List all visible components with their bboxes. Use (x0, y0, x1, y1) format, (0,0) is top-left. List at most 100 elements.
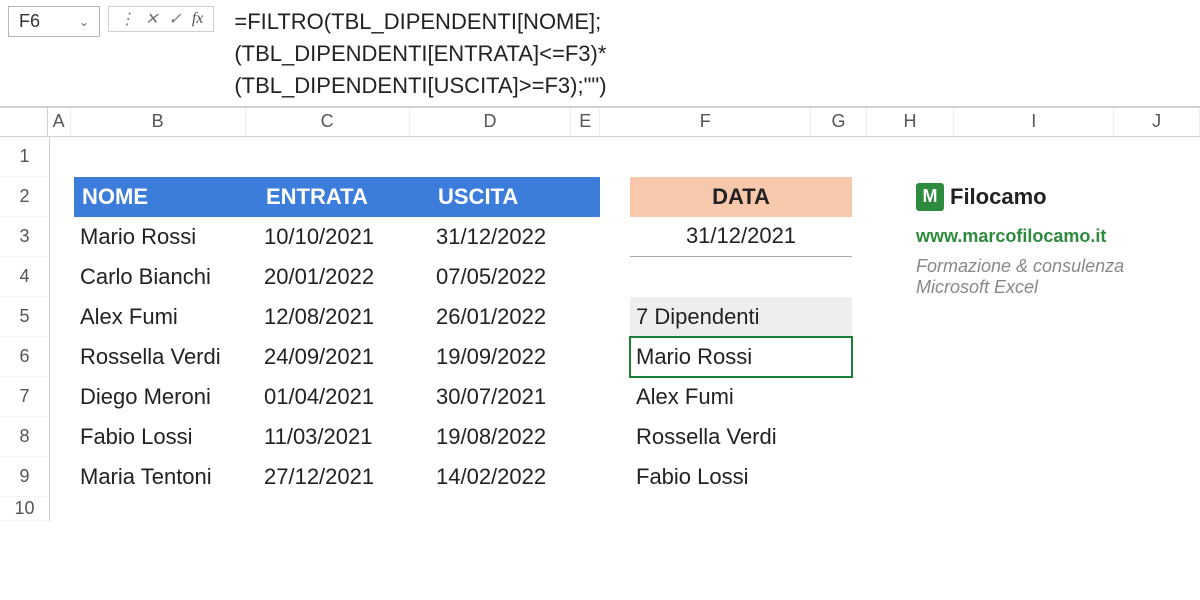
cell[interactable]: 24/09/2021 (258, 337, 430, 377)
table-row: Maria Tentoni 27/12/2021 14/02/2022 Fabi… (50, 457, 1200, 497)
cell[interactable] (852, 217, 910, 257)
cell[interactable] (50, 457, 74, 497)
cell[interactable]: 31/12/2022 (430, 217, 600, 257)
table-row: Diego Meroni 01/04/2021 30/07/2021 Alex … (50, 377, 1200, 417)
chevron-down-icon[interactable]: ⌄ (79, 15, 89, 29)
cell[interactable]: Mario Rossi (74, 217, 258, 257)
formula-text[interactable]: =FILTRO(TBL_DIPENDENTI[NOME]; (TBL_DIPEN… (216, 6, 606, 102)
table-header-entrata[interactable]: ENTRATA (258, 177, 430, 217)
cell[interactable]: Maria Tentoni (74, 457, 258, 497)
cell[interactable]: 11/03/2021 (258, 417, 430, 457)
col-header[interactable]: E (571, 108, 600, 136)
col-header[interactable]: F (600, 108, 811, 136)
table-row (50, 137, 1200, 177)
cell[interactable]: 30/07/2021 (430, 377, 600, 417)
col-header[interactable]: H (867, 108, 955, 136)
cell[interactable] (50, 337, 74, 377)
col-header[interactable]: I (954, 108, 1114, 136)
table-row: Rossella Verdi 24/09/2021 19/09/2022 Mar… (50, 337, 1200, 377)
row-header[interactable]: 10 (0, 497, 49, 521)
table-header-uscita[interactable]: USCITA (430, 177, 600, 217)
data-header[interactable]: DATA (630, 177, 852, 217)
cell[interactable] (600, 297, 630, 337)
cell[interactable]: Alex Fumi (74, 297, 258, 337)
cell[interactable]: Fabio Lossi (74, 417, 258, 457)
cell[interactable]: Diego Meroni (74, 377, 258, 417)
cell[interactable] (50, 297, 74, 337)
col-header[interactable]: G (811, 108, 866, 136)
col-header[interactable]: J (1114, 108, 1200, 136)
cell[interactable]: 20/01/2022 (258, 257, 430, 297)
row-header[interactable]: 9 (0, 457, 49, 497)
cell[interactable]: 07/05/2022 (430, 257, 600, 297)
cell[interactable] (50, 257, 74, 297)
cell[interactable] (600, 177, 630, 217)
table-row: NOME ENTRATA USCITA DATA M Filocamo (50, 177, 1200, 217)
dots-icon[interactable]: ⋮ (115, 9, 139, 29)
cell[interactable] (600, 337, 630, 377)
data-value[interactable]: 31/12/2021 (630, 217, 852, 257)
formula-bar-buttons: ⋮ ✕ ✓ fx (108, 6, 214, 32)
selected-cell[interactable]: Mario Rossi (630, 337, 852, 377)
col-header[interactable]: A (48, 108, 71, 136)
cell[interactable]: Alex Fumi (630, 377, 852, 417)
spreadsheet-grid: A B C D E F G H I J 1 2 3 4 5 6 7 8 9 10 (0, 107, 1200, 521)
website-link[interactable]: www.marcofilocamo.it (910, 217, 1200, 257)
row-header[interactable]: 1 (0, 137, 49, 177)
table-row: Carlo Bianchi 20/01/2022 07/05/2022 Form… (50, 257, 1200, 297)
row-header[interactable]: 6 (0, 337, 49, 377)
name-box-value: F6 (19, 11, 40, 32)
cell[interactable]: 19/09/2022 (430, 337, 600, 377)
row-header[interactable]: 4 (0, 257, 49, 297)
cell[interactable] (852, 177, 910, 217)
cell[interactable]: 12/08/2021 (258, 297, 430, 337)
row-header[interactable]: 3 (0, 217, 49, 257)
table-row: Alex Fumi 12/08/2021 26/01/2022 7 Dipend… (50, 297, 1200, 337)
cell[interactable] (50, 377, 74, 417)
table-row: Fabio Lossi 11/03/2021 19/08/2022 Rossel… (50, 417, 1200, 457)
cell[interactable] (50, 217, 74, 257)
row-header[interactable]: 8 (0, 417, 49, 457)
row-headers: 1 2 3 4 5 6 7 8 9 10 (0, 137, 50, 521)
cell[interactable]: 10/10/2021 (258, 217, 430, 257)
col-header[interactable]: B (71, 108, 246, 136)
cell[interactable] (600, 457, 630, 497)
cell[interactable] (600, 257, 630, 297)
cell[interactable]: Carlo Bianchi (74, 257, 258, 297)
cell[interactable]: 26/01/2022 (430, 297, 600, 337)
confirm-icon[interactable]: ✓ (164, 9, 185, 29)
cell[interactable] (600, 217, 630, 257)
formula-bar: F6 ⌄ ⋮ ✕ ✓ fx =FILTRO(TBL_DIPENDENTI[NOM… (0, 0, 1200, 107)
cell[interactable]: 01/04/2021 (258, 377, 430, 417)
sheet-cells[interactable]: NOME ENTRATA USCITA DATA M Filocamo Mari… (50, 137, 1200, 521)
row-header[interactable]: 2 (0, 177, 49, 217)
select-all-corner[interactable] (0, 108, 48, 136)
row-header[interactable]: 5 (0, 297, 49, 337)
cell[interactable]: 27/12/2021 (258, 457, 430, 497)
name-box[interactable]: F6 ⌄ (8, 6, 100, 37)
cell[interactable]: Fabio Lossi (630, 457, 852, 497)
logo-text: Filocamo (950, 184, 1047, 210)
cell[interactable] (600, 377, 630, 417)
formula-line: (TBL_DIPENDENTI[USCITA]>=F3);"") (234, 70, 606, 102)
cell[interactable] (50, 177, 74, 217)
cell[interactable]: Rossella Verdi (74, 337, 258, 377)
cell[interactable]: 14/02/2022 (430, 457, 600, 497)
cell[interactable]: 19/08/2022 (430, 417, 600, 457)
row-header[interactable]: 7 (0, 377, 49, 417)
cancel-icon[interactable]: ✕ (141, 9, 162, 29)
cell[interactable] (630, 257, 852, 297)
tagline: Formazione & consulenza Microsoft Excel (910, 257, 1200, 297)
table-row: Mario Rossi 10/10/2021 31/12/2022 31/12/… (50, 217, 1200, 257)
cell[interactable] (600, 417, 630, 457)
col-header[interactable]: C (246, 108, 410, 136)
cell[interactable] (852, 257, 910, 297)
formula-line: (TBL_DIPENDENTI[ENTRATA]<=F3)* (234, 38, 606, 70)
cell[interactable] (50, 417, 74, 457)
table-header-nome[interactable]: NOME (74, 177, 258, 217)
col-header[interactable]: D (410, 108, 572, 136)
cell[interactable]: Rossella Verdi (630, 417, 852, 457)
fx-icon[interactable]: fx (188, 10, 208, 28)
formula-line: =FILTRO(TBL_DIPENDENTI[NOME]; (234, 6, 606, 38)
count-label[interactable]: 7 Dipendenti (630, 297, 852, 337)
